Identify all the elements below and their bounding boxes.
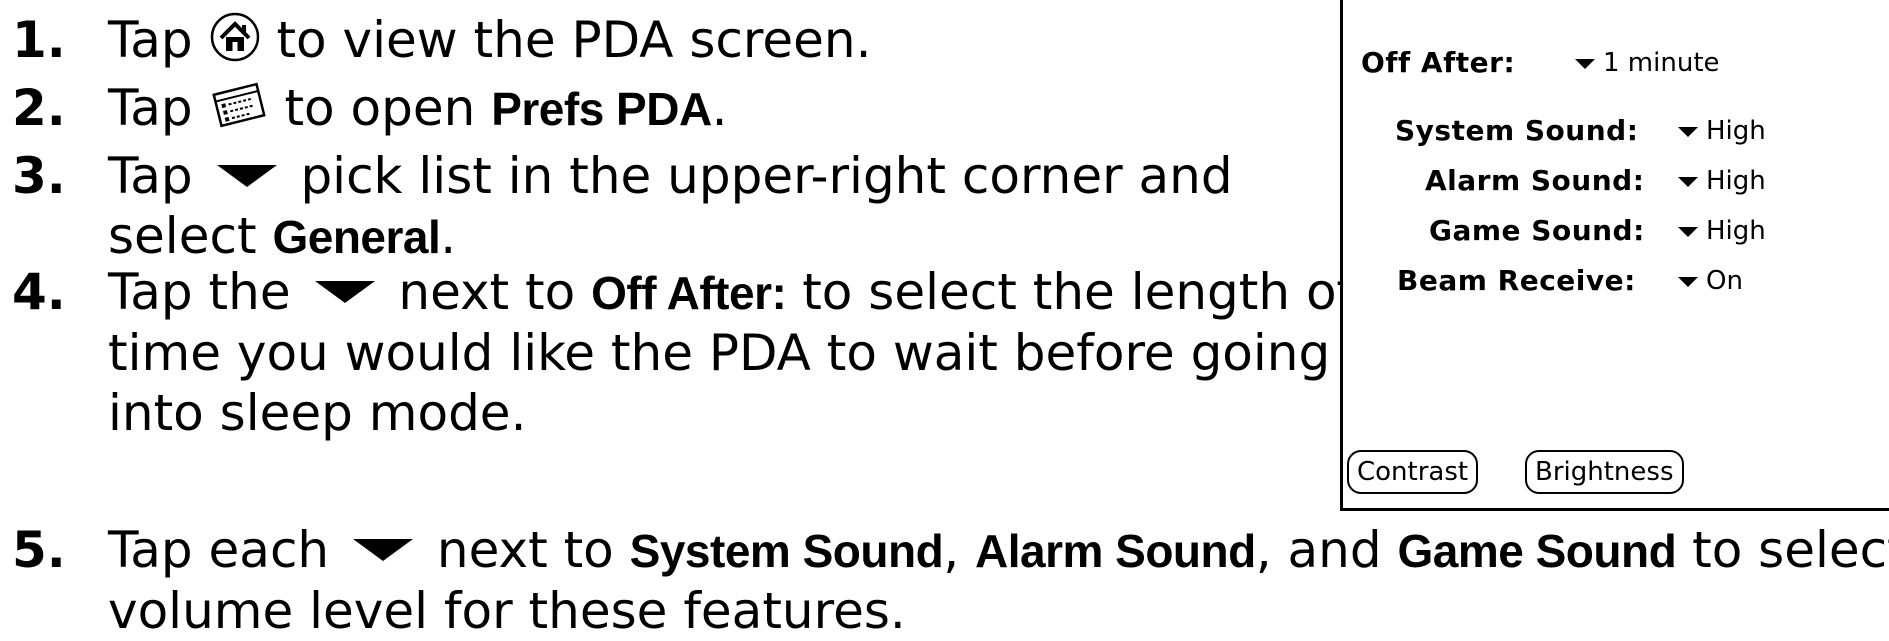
- step-text: to view the PDA screen.: [260, 11, 872, 69]
- step-text: to select a: [1692, 521, 1889, 579]
- picker-arrow-icon: [1678, 226, 1698, 237]
- step-line: Tap pick list in the upper-right corner …: [108, 146, 1233, 206]
- step-line: Tap to open Prefs PDA.: [108, 78, 728, 144]
- game-sound-label: Game Sound:: [1429, 214, 1645, 247]
- home-icon: [209, 11, 261, 76]
- picker-arrow-icon: [1575, 58, 1595, 69]
- step-4-text: Tap the next to Off After: to select the…: [108, 262, 1354, 443]
- step-text: Tap the: [108, 263, 307, 321]
- down-triangle-icon: [314, 280, 375, 303]
- step-number: 5.: [12, 521, 66, 579]
- step-line: Tap each next to System Sound, Alarm Sou…: [108, 520, 1889, 581]
- step-text: next to: [382, 263, 592, 321]
- step-number: 1.: [12, 11, 66, 69]
- step-text: .: [711, 79, 728, 137]
- system-sound-label: System Sound:: [1395, 114, 1639, 147]
- step-line: select General.: [108, 206, 1233, 267]
- alarm-sound-picker[interactable]: High: [1678, 166, 1766, 196]
- beam-receive-value: On: [1706, 266, 1743, 296]
- ui-term: Off After:: [591, 267, 787, 319]
- step-line: Tap to view the PDA screen.: [108, 10, 871, 76]
- ui-term: Alarm Sound: [974, 525, 1256, 577]
- step-text: .: [440, 207, 457, 265]
- system-sound-picker[interactable]: High: [1678, 116, 1766, 146]
- step-text: time you would like the PDA to wait befo…: [108, 324, 1331, 382]
- ui-term: System Sound: [629, 525, 944, 577]
- step-text: Tap: [108, 11, 209, 69]
- step-text: next to: [421, 521, 630, 579]
- step-2-text: Tap to open Prefs PDA.: [108, 78, 728, 144]
- alarm-sound-value: High: [1706, 166, 1766, 196]
- step-text: Tap: [108, 79, 209, 137]
- brightness-button[interactable]: Brightness: [1525, 450, 1684, 494]
- step-line: time you would like the PDA to wait befo…: [108, 323, 1354, 383]
- system-sound-value: High: [1706, 116, 1766, 146]
- ui-term: Prefs PDA: [491, 83, 712, 135]
- step-3-text: Tap pick list in the upper-right corner …: [108, 146, 1233, 267]
- step-text: to open: [268, 79, 492, 137]
- step-number: 3.: [12, 147, 66, 205]
- beam-receive-label: Beam Receive:: [1397, 264, 1636, 297]
- off-after-picker[interactable]: 1 minute: [1575, 48, 1720, 78]
- picker-arrow-icon: [1678, 176, 1698, 187]
- step-line: Tap the next to Off After: to select the…: [108, 262, 1354, 323]
- step-line: volume level for these features.: [108, 581, 1889, 641]
- contrast-button[interactable]: Contrast: [1347, 450, 1479, 494]
- down-triangle-icon: [353, 538, 414, 561]
- ui-term: Game Sound: [1397, 525, 1677, 577]
- step-number: 4.: [12, 263, 66, 321]
- step-text: pick list in the upper-right corner and: [284, 147, 1233, 205]
- picker-arrow-icon: [1678, 126, 1698, 137]
- picker-arrow-icon: [1678, 276, 1698, 287]
- step-1-text: Tap to view the PDA screen.: [108, 10, 871, 76]
- game-sound-picker[interactable]: High: [1678, 216, 1766, 246]
- step-text: ,: [943, 521, 975, 579]
- step-5-text: Tap each next to System Sound, Alarm Sou…: [108, 520, 1889, 641]
- step-number: 2.: [12, 79, 66, 137]
- off-after-value: 1 minute: [1603, 48, 1720, 78]
- alarm-sound-label: Alarm Sound:: [1425, 164, 1645, 197]
- step-text: volume level for these features.: [108, 582, 906, 640]
- off-after-label: Off After:: [1361, 46, 1516, 79]
- step-text: Tap each: [108, 521, 346, 579]
- pda-general-prefs-screen: Off After: 1 minute System Sound: High A…: [1340, 0, 1889, 511]
- ui-term: General: [272, 211, 441, 263]
- down-triangle-icon: [216, 164, 277, 187]
- step-text: Tap: [108, 147, 209, 205]
- step-text: into sleep mode.: [108, 384, 527, 442]
- step-line: into sleep mode.: [108, 383, 1354, 443]
- prefs-icon: [209, 79, 269, 144]
- game-sound-value: High: [1706, 216, 1766, 246]
- step-text: select: [108, 207, 273, 265]
- step-text: , and: [1255, 521, 1398, 579]
- beam-receive-picker[interactable]: On: [1678, 266, 1743, 296]
- step-text: to select the length of: [786, 263, 1355, 321]
